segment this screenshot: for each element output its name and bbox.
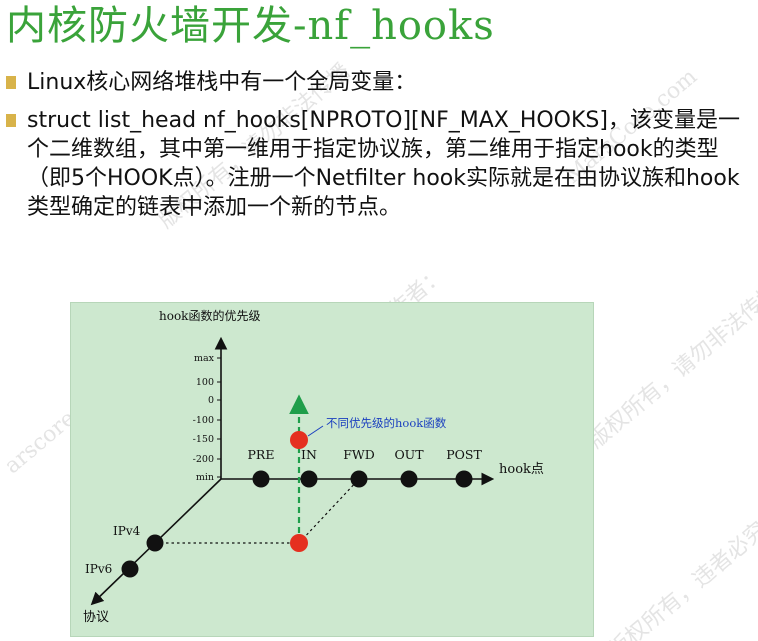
- hook-point-label: OUT: [394, 447, 424, 462]
- hook-function-node: [290, 534, 308, 552]
- hook-point-label: POST: [446, 447, 482, 462]
- y-tick-label: -200: [193, 454, 214, 465]
- bullet-item: Linux核心网络堆栈中有一个全局变量：: [0, 68, 758, 98]
- slide-title: 内核防火墙开发-nf_hooks: [6, 3, 495, 49]
- bullet-text: struct list_head nf_hooks[NPROTO][NF_MAX…: [27, 108, 740, 220]
- x-axis-label: hook点: [499, 462, 544, 477]
- protocol-node: [146, 534, 164, 552]
- y-axis-label: hook函数的优先级: [159, 308, 260, 323]
- protocol-label: IPv4: [113, 524, 141, 538]
- y-tick-label: max: [194, 353, 215, 364]
- hook-node: [455, 470, 473, 488]
- bullet-square-icon: [6, 76, 16, 89]
- y-tick-label: -150: [193, 434, 214, 445]
- diagram-canvas: max 100 0 -100 -150 -200 min hook函数的优先级 …: [83, 308, 544, 625]
- hook-node: [400, 470, 418, 488]
- nf-hooks-diagram: max 100 0 -100 -150 -200 min hook函数的优先级 …: [70, 302, 594, 637]
- annotation-leader: [307, 425, 324, 437]
- bullet-item: struct list_head nf_hooks[NPROTO][NF_MAX…: [0, 106, 758, 222]
- fwd-guide-line: [298, 478, 360, 544]
- y-tick-label: -100: [193, 415, 214, 426]
- bullet-square-icon: [6, 114, 16, 127]
- protocol-node: [121, 560, 139, 578]
- hook-function-node: [290, 431, 308, 449]
- y-tick-group: max 100 0 -100 -150 -200 min: [193, 353, 221, 483]
- y-tick-label: 100: [196, 377, 214, 388]
- hook-point-label: PRE: [248, 447, 275, 462]
- bullet-text: Linux核心网络堆栈中有一个全局变量：: [27, 70, 417, 95]
- y-tick-label: 0: [208, 395, 214, 406]
- hook-node: [252, 470, 270, 488]
- bullet-list: Linux核心网络堆栈中有一个全局变量： struct list_head nf…: [0, 68, 758, 222]
- annotation-text: 不同优先级的hook函数: [326, 416, 447, 430]
- y-tick-label: min: [196, 472, 214, 483]
- hook-point-label: FWD: [343, 447, 375, 462]
- z-axis-label: 协议: [83, 610, 109, 625]
- hook-node: [300, 470, 318, 488]
- protocol-label: IPv6: [85, 562, 112, 576]
- hook-point-label: IN: [301, 447, 317, 462]
